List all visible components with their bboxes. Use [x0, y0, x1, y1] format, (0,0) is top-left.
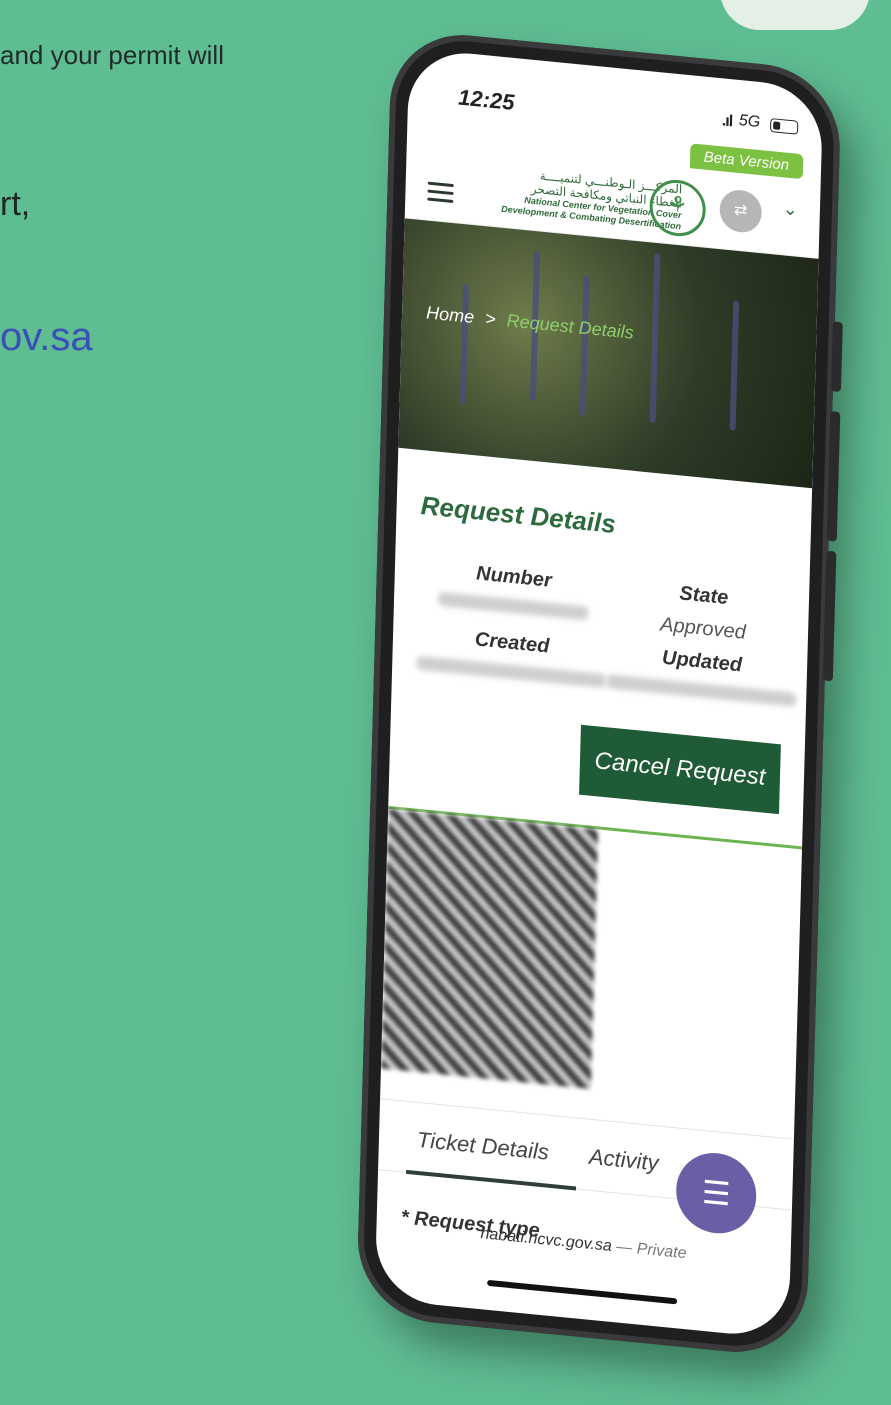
user-avatar-icon[interactable]: ⇄	[719, 188, 763, 235]
tab-ticket-details[interactable]: Ticket Details	[417, 1127, 549, 1166]
lavender-stalk	[729, 300, 740, 431]
hero-banner: Home > Request Details	[398, 218, 819, 489]
home-indicator[interactable]	[487, 1279, 678, 1305]
tab-activity[interactable]: Activity	[589, 1144, 659, 1177]
page-title: Request Details	[420, 490, 617, 540]
breadcrumb-separator: >	[484, 308, 496, 330]
volume-up-button	[830, 321, 843, 393]
background-line-3: ov.sa	[0, 315, 93, 359]
cancel-request-button[interactable]: Cancel Request	[579, 724, 781, 815]
phone-device: 12:25 .ıl 5G Beta Version المركـــز الـو…	[355, 28, 843, 1359]
status-time: 12:25	[457, 84, 515, 115]
details-grid: Number State Approved Created Updated	[416, 557, 797, 711]
network-label: 5G	[738, 111, 761, 132]
breadcrumb: Home > Request Details	[426, 302, 634, 343]
lavender-stalk	[579, 275, 590, 417]
lavender-stalk	[459, 284, 470, 405]
decorative-splash	[720, 0, 870, 30]
menu-icon[interactable]	[427, 181, 454, 208]
request-details-section: Request Details Number State Approved Cr…	[389, 448, 812, 817]
lavender-stalk	[649, 252, 661, 423]
background-line-2: rt,	[0, 185, 31, 223]
background-line-1: and your permit will	[0, 40, 224, 70]
org-name: المركـــز الـوطنـــي لتنميــــة الغطاء ا…	[461, 161, 682, 232]
chevron-down-icon[interactable]: ⌄	[782, 198, 799, 220]
breadcrumb-current: Request Details	[506, 310, 634, 343]
qr-code-blurred	[380, 808, 599, 1089]
breadcrumb-home[interactable]: Home	[426, 302, 475, 327]
signal-icon: .ıl	[721, 112, 733, 131]
phone-screen: 12:25 .ıl 5G Beta Version المركـــز الـو…	[374, 47, 824, 1340]
battery-icon	[769, 118, 799, 135]
